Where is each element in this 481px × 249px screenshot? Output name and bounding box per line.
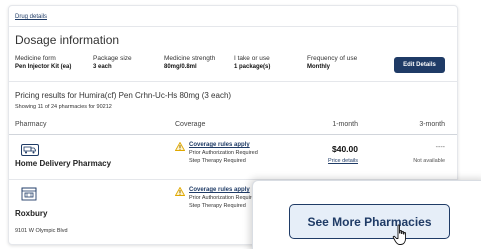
drug-details-link[interactable]: Drug details — [15, 14, 47, 20]
header-one-month: 1-month — [332, 121, 358, 128]
truck-icon — [21, 144, 39, 156]
edit-details-button[interactable]: Edit Details — [394, 57, 445, 73]
header-three-month: 3-month — [419, 121, 445, 128]
price-details-link[interactable]: Price details — [328, 158, 358, 164]
medicine-strength-label: Medicine strength — [164, 55, 216, 62]
pharmacy-name: Roxbury — [15, 209, 48, 218]
dosage-title: Dosage information — [15, 33, 120, 47]
package-size-field: Package size 3 each — [93, 55, 132, 70]
see-more-overlay: See More Pharmacies — [252, 180, 481, 249]
pharmacy-address: 9101 W Olympic Blvd — [15, 228, 68, 234]
coverage-rules-link[interactable]: Coverage rules apply — [189, 187, 250, 193]
take-or-use-label: I take or use — [234, 55, 270, 62]
header-coverage: Coverage — [175, 121, 206, 128]
take-or-use-value: 1 package(s) — [234, 64, 271, 70]
coverage-note: Step Therapy Required — [189, 158, 246, 164]
results-title: Pricing results for Humira(cf) Pen Crhn-… — [15, 91, 232, 100]
hand-cursor-icon — [392, 224, 406, 245]
medicine-form-value: Pen Injector Kit (ea) — [15, 64, 72, 70]
frequency-field: Frequency of use Monthly — [307, 55, 357, 70]
store-icon — [21, 187, 37, 201]
medicine-form-field: Medicine form Pen Injector Kit (ea) — [15, 55, 71, 70]
package-size-label: Package size — [93, 55, 132, 62]
pharmacy-name: Home Delivery Pharmacy — [15, 159, 112, 168]
see-more-pharmacies-button[interactable]: See More Pharmacies — [289, 204, 450, 239]
take-or-use-field: I take or use 1 package(s) — [234, 55, 270, 70]
header-pharmacy: Pharmacy — [15, 121, 47, 128]
coverage-note: Step Therapy Required — [189, 203, 246, 209]
results-subtitle: Showing 11 of 24 pharmacies for 90212 — [15, 104, 112, 110]
coverage-note: Prior Authorization Require — [189, 195, 255, 201]
medicine-form-label: Medicine form — [15, 55, 56, 62]
medicine-strength-value: 80mg/0.8ml — [164, 64, 197, 70]
frequency-value: Monthly — [307, 64, 330, 70]
table-row[interactable]: Home Delivery Pharmacy Coverage rules ap… — [9, 136, 457, 180]
dosage-section: Dosage information Medicine form Pen Inj… — [9, 26, 457, 82]
frequency-label: Frequency of use — [307, 55, 358, 62]
table-header: Pharmacy Coverage 1-month 3-month — [9, 113, 457, 135]
warning-icon — [175, 142, 185, 151]
one-month-price: $40.00 — [332, 144, 358, 154]
three-month-price: ---- — [435, 144, 445, 151]
coverage-rules-link[interactable]: Coverage rules apply — [189, 142, 250, 148]
three-month-availability: Not available — [413, 158, 445, 164]
medicine-strength-field: Medicine strength 80mg/0.8ml — [164, 55, 215, 70]
warning-icon — [175, 187, 185, 196]
coverage-note: Prior Authorization Required — [189, 150, 258, 156]
package-size-value: 3 each — [93, 64, 112, 70]
